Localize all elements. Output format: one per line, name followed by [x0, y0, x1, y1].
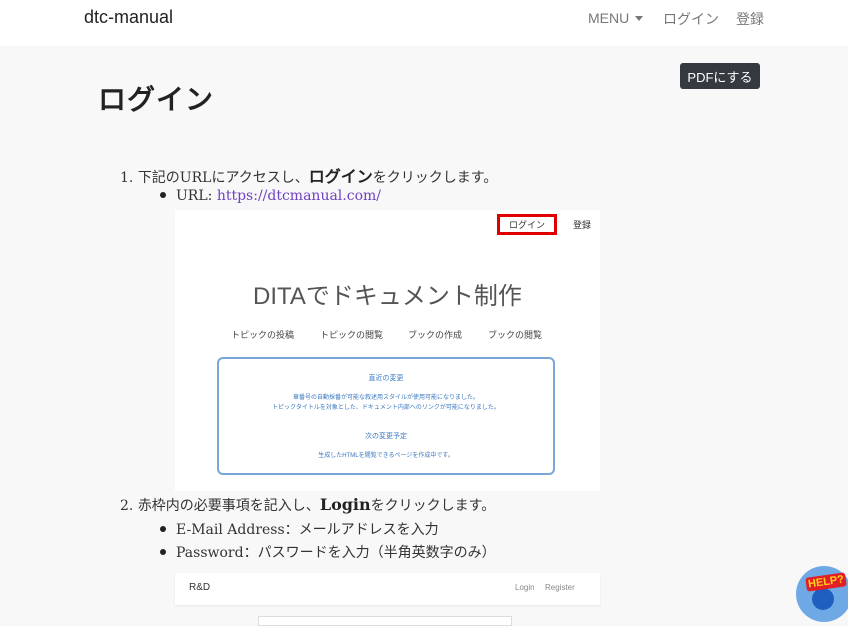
screenshot-menu-item: トピックの閲覧	[320, 330, 384, 340]
navbar: dtc-manual MENU ログイン 登録	[0, 0, 848, 46]
bullet-icon	[160, 526, 166, 532]
bullet-icon	[160, 549, 166, 555]
screenshot-login-page: R&D Login Register	[175, 573, 600, 605]
list-item: Password：パスワードを入力（半角英数字のみ）	[160, 542, 496, 562]
next-change-line: 生成したHTMLを閲覧できるページを作成中です。	[318, 453, 454, 459]
page-title: ログイン	[98, 83, 215, 116]
bullet-icon	[160, 192, 166, 198]
screenshot-register-label: Register	[545, 583, 575, 592]
screenshot-login-form-edge	[258, 616, 512, 626]
nav-login-link[interactable]: ログイン	[663, 9, 719, 29]
screenshot-updates-panel: 直近の変更 章番号の自動採番が可能な叙述用スタイルが使用可能になりました。 トピ…	[217, 357, 555, 475]
bullet-label: E-Mail Address：メールアドレスを入力	[176, 522, 439, 538]
recent-change-line: 章番号の自動採番が可能な叙述用スタイルが使用可能になりました。	[292, 395, 479, 401]
step-text: をクリックします。	[372, 170, 498, 186]
url-link[interactable]: https://dtcmanual.com/	[217, 188, 381, 204]
step-text: をクリックします。	[370, 498, 496, 514]
help-button[interactable]: HELP?	[796, 566, 848, 622]
pdf-button[interactable]: PDFにする	[680, 63, 760, 89]
menu-dropdown[interactable]: MENU	[588, 10, 644, 26]
login-highlight-box: ログイン	[497, 214, 557, 235]
caret-down-icon	[635, 16, 644, 21]
step-2: 2. 赤枠内の必要事項を記入し、Loginをクリックします。	[120, 495, 495, 515]
menu-label: MENU	[588, 10, 630, 26]
brand-link[interactable]: dtc-manual	[84, 7, 173, 28]
step-1: 1. 下記のURLにアクセスし、ログインをクリックします。	[120, 163, 497, 187]
step-text: 下記のURLにアクセスし、	[137, 170, 309, 186]
screenshot-menu-item: ブックの作成	[408, 330, 463, 340]
screenshot-homepage: ログイン 登録 DITAでドキュメント制作 トピックの投稿 トピックの閲覧 ブッ…	[175, 210, 600, 491]
step-emphasis: ログイン	[308, 167, 373, 186]
recent-change-line: トピックタイトルを対象とした、ドキュメント内部へのリンクが可能になりました。	[272, 405, 500, 411]
step-text: 赤枠内の必要事項を記入し、	[137, 498, 320, 514]
screenshot-register-label: 登録	[573, 220, 592, 230]
next-changes-title: 次の変更予定	[365, 433, 407, 440]
screenshot-menu-item: ブックの閲覧	[488, 330, 543, 340]
help-circle-icon	[812, 588, 834, 610]
screenshot-headline: DITAでドキュメント制作	[253, 283, 522, 310]
bullet-label: Password：パスワードを入力（半角英数字のみ）	[176, 545, 496, 561]
screenshot-login-label: Login	[515, 583, 535, 592]
nav-register-link[interactable]: 登録	[736, 9, 764, 29]
screenshot-menu-item: トピックの投稿	[231, 330, 295, 340]
step-number: 2.	[120, 498, 134, 514]
recent-changes-title: 直近の変更	[368, 375, 404, 382]
bullet-label: URL:	[176, 188, 217, 204]
help-label: HELP?	[805, 572, 847, 592]
screenshot-brand: R&D	[189, 582, 211, 593]
step-number: 1.	[120, 170, 134, 186]
list-item: E-Mail Address：メールアドレスを入力	[160, 519, 439, 539]
list-item: URL: https://dtcmanual.com/	[160, 188, 381, 204]
step-emphasis: Login	[319, 495, 371, 514]
